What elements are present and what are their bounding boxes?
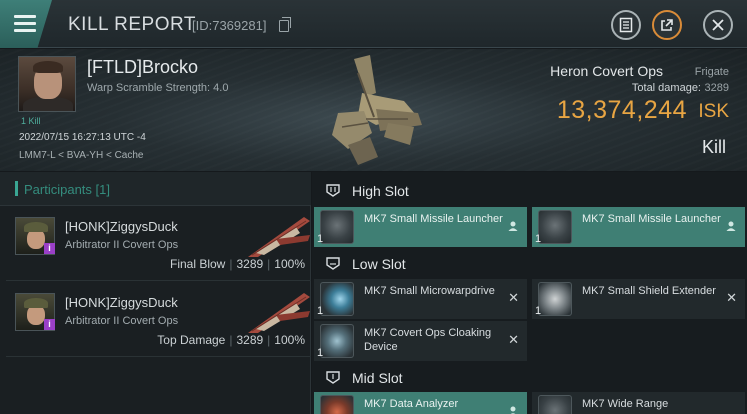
missile-launcher-icon	[538, 210, 572, 244]
victim-ship-name[interactable]: Heron Covert Ops	[550, 63, 663, 79]
participant-row[interactable]: i [HONK]ZiggysDuck Arbitrator II Covert …	[6, 283, 311, 357]
menu-button[interactable]	[0, 0, 52, 48]
module-qty: 1	[317, 233, 324, 245]
participant-name: [HONK]ZiggysDuck	[65, 295, 178, 310]
participant-row[interactable]: i [HONK]ZiggysDuck Arbitrator II Covert …	[6, 207, 311, 281]
participant-stats: Top Damage | 3289 | 100%	[157, 333, 305, 347]
cloaking-device-icon	[320, 324, 354, 358]
destroyed-icon: ✕	[508, 290, 519, 305]
info-icon[interactable]: i	[44, 319, 55, 330]
missile-launcher-icon	[320, 210, 354, 244]
kill-location[interactable]: LMM7-L < BVA-YH < Cache	[19, 150, 144, 161]
destroyed-icon: ✕	[508, 332, 519, 347]
participant-stats: Final Blow | 3289 | 100%	[169, 257, 305, 271]
participant-tag: Top Damage	[157, 333, 226, 347]
participant-damage: 3289	[236, 257, 264, 271]
victim-portrait[interactable]	[18, 56, 76, 112]
isk-value: 13,374,244	[556, 96, 687, 124]
module-item[interactable]: 1 MK7 Small Missile Launcher	[532, 207, 745, 247]
document-icon	[619, 17, 633, 33]
module-item[interactable]: 1 MK7 Small Shield Extender ✕	[532, 279, 745, 319]
module-name: MK7 Small Missile Launcher	[364, 213, 503, 225]
participant-damage: 3289	[236, 333, 264, 347]
participant-ship-image[interactable]	[246, 213, 312, 259]
participant-ship: Arbitrator II Covert Ops	[65, 315, 179, 327]
info-icon[interactable]: i	[44, 243, 55, 254]
low-slot-header: Low Slot	[312, 247, 747, 280]
module-qty: 1	[317, 347, 324, 359]
low-slot-icon	[326, 257, 340, 270]
page-title: KILL REPORT	[68, 14, 196, 35]
kill-count: 1 Kill	[21, 116, 41, 126]
victim-ship-image[interactable]	[318, 53, 428, 167]
module-name: MK7 Data Analyzer	[364, 398, 459, 410]
mid-slot-header: Mid Slot	[312, 361, 747, 394]
fittings-panel: High Slot 1 MK7 Small Missile Launcher 1…	[312, 172, 747, 414]
high-slot-label: High Slot	[352, 183, 409, 199]
share-icon	[661, 19, 673, 31]
mid-slot-icon	[326, 371, 340, 384]
module-name: MK7 Small Missile Launcher	[582, 213, 721, 225]
participant-ship-image[interactable]	[246, 289, 312, 335]
report-id: [ID:7369281]	[192, 18, 267, 33]
shield-extender-icon	[538, 282, 572, 316]
share-button[interactable]	[652, 10, 682, 40]
total-damage-value: 3289	[704, 82, 729, 94]
module-qty: 1	[535, 305, 542, 317]
participants-label: Participants [1]	[24, 182, 110, 197]
warp-scramble-strength: Warp Scramble Strength: 4.0	[87, 82, 229, 94]
high-slot-header: High Slot	[312, 174, 747, 207]
data-analyzer-icon	[320, 395, 354, 414]
close-icon	[712, 19, 724, 31]
person-icon	[508, 221, 518, 231]
participant-percent: 100%	[274, 333, 305, 347]
module-item[interactable]: 1 MK7 Small Missile Launcher	[314, 207, 527, 247]
module-item[interactable]: 1 MK7 Small Microwarpdrive ✕	[314, 279, 527, 319]
module-item[interactable]: MK7 Wide Range	[532, 392, 745, 414]
kill-outcome: Kill	[701, 137, 726, 157]
person-icon	[726, 221, 736, 231]
participants-panel: Participants [1] i [HONK]ZiggysDuck Arbi…	[0, 172, 311, 414]
wide-range-icon	[538, 395, 572, 414]
kill-report-header: KILL REPORT [ID:7369281]	[0, 0, 747, 48]
document-button[interactable]	[611, 10, 641, 40]
module-item[interactable]: 1 MK7 Covert Ops Cloaking Device ✕	[314, 321, 527, 361]
mid-slot-label: Mid Slot	[352, 370, 403, 386]
destroyed-icon: ✕	[726, 290, 737, 305]
module-item[interactable]: MK7 Data Analyzer	[314, 392, 527, 414]
victim-ship-class: Frigate	[694, 66, 729, 78]
module-qty: 1	[317, 305, 324, 317]
total-damage-label: Total damage:	[631, 82, 701, 94]
participants-header[interactable]: Participants [1]	[0, 172, 311, 206]
module-name: MK7 Wide Range	[582, 398, 669, 410]
isk-unit: ISK	[698, 101, 729, 122]
participant-tag: Final Blow	[169, 257, 226, 271]
victim-banner: [FTLD]Brocko Warp Scramble Strength: 4.0…	[0, 49, 747, 171]
hamburger-icon	[14, 15, 36, 18]
victim-name[interactable]: [FTLD]Brocko	[87, 57, 198, 78]
microwarpdrive-icon	[320, 282, 354, 316]
low-slot-label: Low Slot	[352, 256, 406, 272]
participant-name: [HONK]ZiggysDuck	[65, 219, 178, 234]
high-slot-icon	[326, 184, 340, 197]
person-icon	[510, 406, 516, 414]
module-name: MK7 Small Microwarpdrive	[364, 285, 495, 297]
module-qty: 1	[535, 233, 542, 245]
kill-datetime: 2022/07/15 16:27:13 UTC -4	[19, 132, 146, 143]
copy-icon[interactable]	[279, 17, 291, 32]
participant-percent: 100%	[274, 257, 305, 271]
close-button[interactable]	[703, 10, 733, 40]
module-name: MK7 Covert Ops Cloaking Device	[364, 327, 492, 353]
module-name: MK7 Small Shield Extender	[582, 285, 716, 297]
participant-ship: Arbitrator II Covert Ops	[65, 239, 179, 251]
